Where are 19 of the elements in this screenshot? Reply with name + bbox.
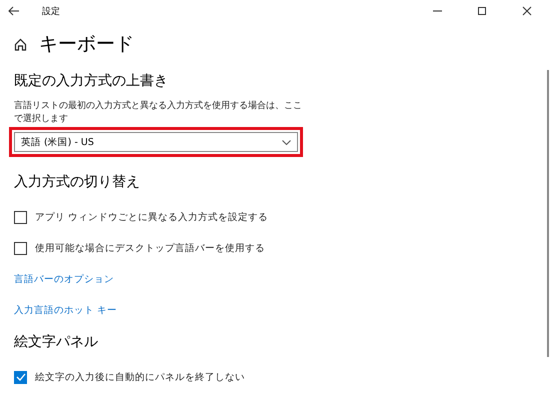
page-title: キーボード <box>39 32 134 57</box>
back-icon[interactable] <box>8 6 20 16</box>
window-title: 設定 <box>42 6 61 18</box>
chevron-down-icon <box>282 140 291 144</box>
language-dropdown[interactable]: 英語 (米国) - US <box>14 132 298 152</box>
description-text: 言語リストの最初の入力方式と異なる入力方式を使用する場合は、ここで選択します <box>14 100 303 126</box>
checkbox-label: アプリ ウィンドウごとに異なる入力方式を設定する <box>35 210 268 224</box>
scrollbar[interactable] <box>547 70 549 357</box>
home-icon[interactable] <box>14 38 27 50</box>
section-heading: 入力方式の切り替え <box>14 173 141 192</box>
checkbox[interactable] <box>14 242 27 254</box>
section-heading: 絵文字パネル <box>14 333 99 352</box>
checkbox[interactable] <box>14 210 27 224</box>
settings-link[interactable]: 入力言語のホット キー <box>14 304 118 317</box>
settings-link[interactable]: 言語バーのオプション <box>14 273 114 286</box>
checkbox[interactable] <box>14 370 27 384</box>
checkbox-label: 使用可能な場合にデスクトップ言語バーを使用する <box>35 242 265 254</box>
checkbox-label: 絵文字の入力後に自動的にパネルを終了しない <box>35 370 245 384</box>
section-heading: 既定の入力方式の上書き <box>14 72 169 91</box>
